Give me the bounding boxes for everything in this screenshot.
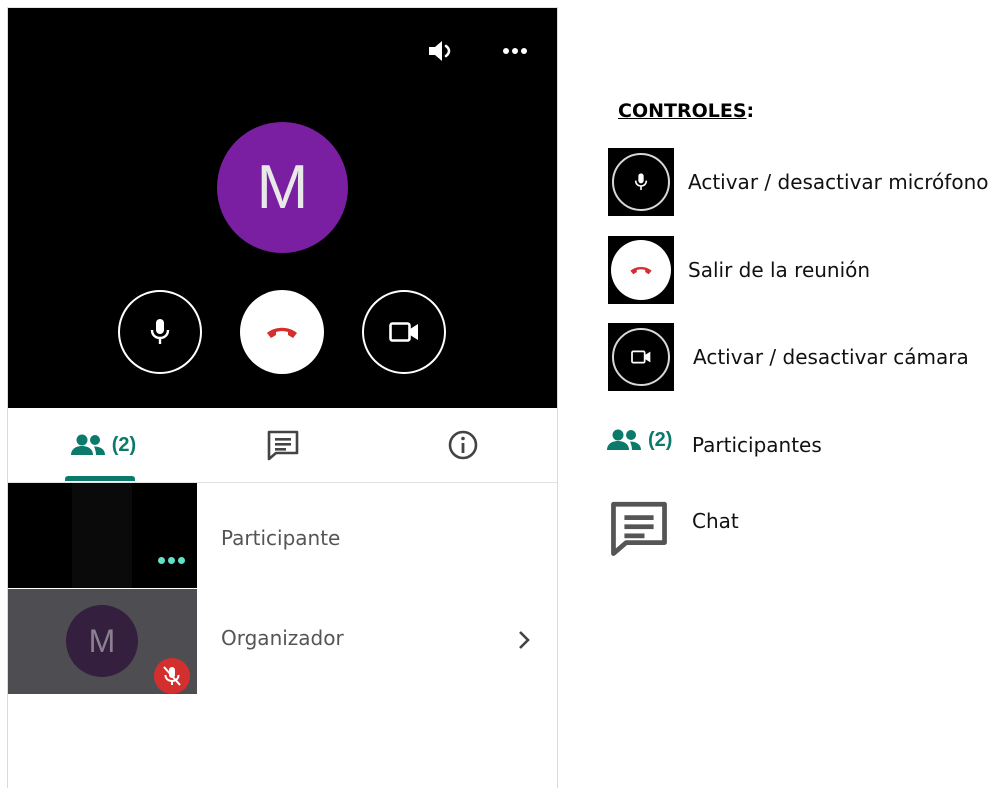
legend-label: Activar / desactivar cámara bbox=[693, 345, 969, 369]
active-tab-indicator bbox=[65, 476, 135, 481]
tab-bar: (2) bbox=[8, 408, 557, 483]
legend-label: Activar / desactivar micrófono bbox=[688, 170, 989, 194]
hang-up-icon bbox=[267, 327, 297, 338]
participant-video-thumbnail bbox=[8, 483, 197, 588]
participant-row[interactable]: M Organizador bbox=[8, 589, 557, 694]
camera-icon bbox=[389, 322, 418, 342]
hang-up-icon bbox=[630, 267, 652, 275]
participant-name: Organizador bbox=[221, 626, 344, 650]
legend-label: Chat bbox=[692, 509, 739, 533]
chat-icon bbox=[611, 501, 667, 556]
participant-count: (2) bbox=[111, 433, 137, 456]
tab-chat[interactable] bbox=[248, 408, 318, 482]
legend-label: Salir de la reunión bbox=[688, 258, 871, 282]
legend-title: CONTROLES: bbox=[618, 100, 755, 122]
volume-icon[interactable] bbox=[424, 34, 458, 68]
participant-row[interactable]: Participante bbox=[8, 483, 557, 588]
microphone-icon bbox=[634, 173, 648, 190]
participant-count: (2) bbox=[648, 428, 673, 451]
more-horizontal-icon[interactable] bbox=[158, 557, 185, 564]
participant-thumbnail: M bbox=[8, 589, 197, 694]
legend-hangup-swatch bbox=[608, 236, 674, 304]
legend-label: Participantes bbox=[692, 433, 822, 457]
avatar: M bbox=[217, 122, 348, 253]
mic-toggle-button[interactable] bbox=[118, 290, 202, 374]
microphone-icon bbox=[150, 319, 170, 344]
meeting-panel: M (2) Participante M Organizador bbox=[7, 7, 558, 788]
legend-participants-swatch: (2) bbox=[606, 428, 672, 452]
video-area: M bbox=[8, 8, 557, 408]
more-horizontal-icon[interactable] bbox=[498, 34, 532, 68]
legend-chat-swatch bbox=[608, 498, 670, 563]
avatar: M bbox=[66, 605, 138, 677]
camera-toggle-button[interactable] bbox=[362, 290, 446, 374]
chat-icon bbox=[267, 430, 299, 461]
chevron-right-icon[interactable] bbox=[516, 629, 532, 656]
camera-icon bbox=[631, 350, 651, 364]
info-icon bbox=[448, 430, 478, 460]
people-icon bbox=[607, 429, 641, 450]
participant-name: Participante bbox=[221, 526, 341, 550]
legend-camera-swatch bbox=[608, 323, 674, 391]
legend-mic-swatch bbox=[608, 148, 674, 216]
leave-call-button[interactable] bbox=[240, 290, 324, 374]
people-icon bbox=[70, 434, 105, 455]
tab-participants[interactable]: (2) bbox=[58, 408, 148, 482]
tab-info[interactable] bbox=[428, 408, 498, 482]
mic-off-icon bbox=[154, 658, 190, 694]
